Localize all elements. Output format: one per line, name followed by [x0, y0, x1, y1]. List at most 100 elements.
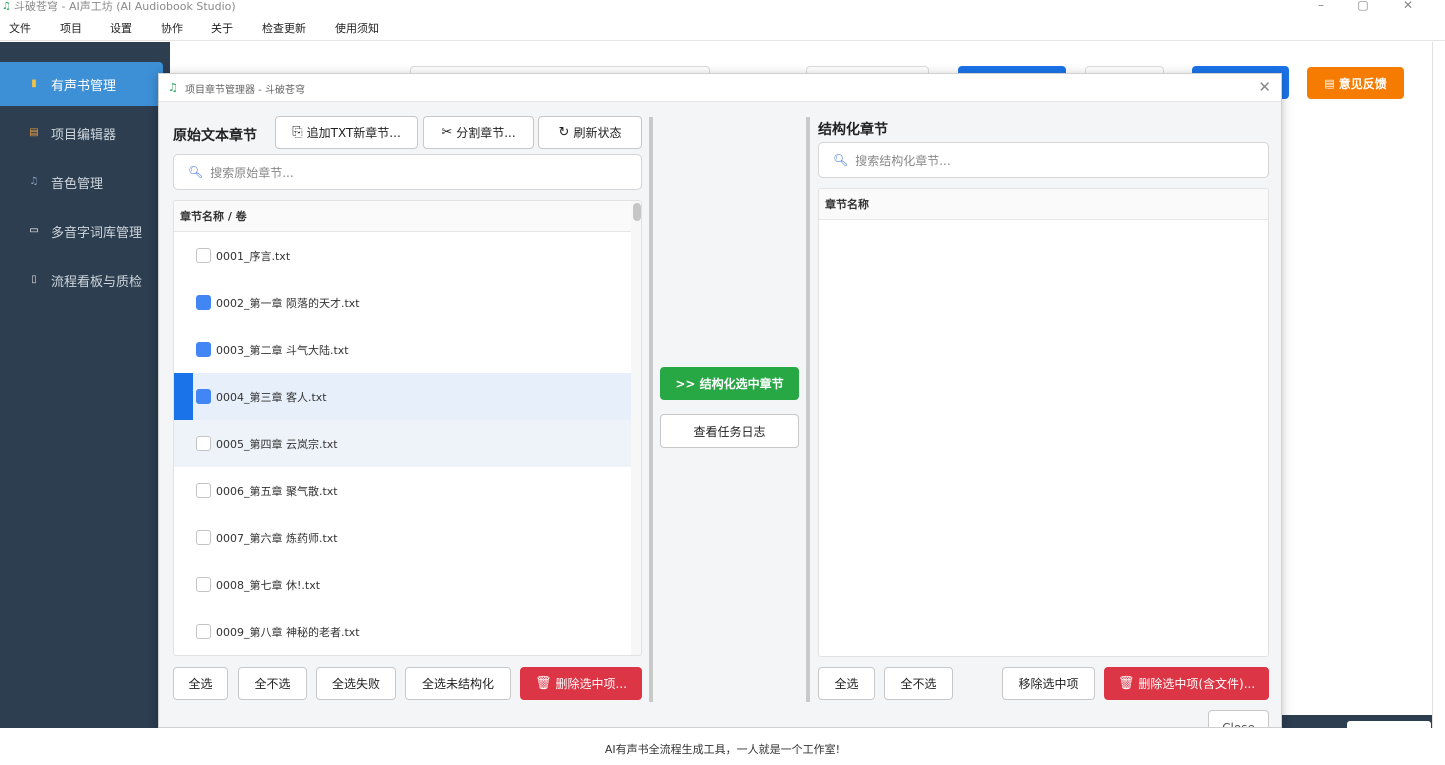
structured-search-input[interactable]: 🔍︎ 搜索结构化章节...: [818, 142, 1269, 178]
dialog-title: 项目章节管理器 - 斗破苍穹: [185, 85, 305, 96]
window-title: 斗破苍穹 - AI声工坊 (AI Audiobook Studio): [14, 0, 236, 13]
sidebar-item-voice[interactable]: ♫ 音色管理: [0, 160, 163, 204]
structured-search-placeholder: 搜索结构化章节...: [855, 153, 951, 168]
open-book-icon: ▭: [29, 225, 39, 236]
right-panel-title: 结构化章节: [818, 122, 888, 138]
menu-collab[interactable]: 协作: [161, 20, 183, 36]
delete-selected-button[interactable]: 🗑︎ 删除选中项...: [520, 667, 642, 700]
window-titlebar: ♫ 斗破苍穹 - AI声工坊 (AI Audiobook Studio) – ▢…: [0, 0, 1445, 15]
menu-project[interactable]: 项目: [60, 20, 82, 36]
list-item[interactable]: 0009_第八章 神秘的老者.txt: [174, 608, 631, 655]
scissors-icon: ✂: [441, 125, 453, 140]
row-checkbox[interactable]: [196, 295, 211, 310]
delete-selected-label: 删除选中项...: [555, 677, 627, 691]
feedback-doc-icon: ▤: [1324, 76, 1335, 90]
list-item[interactable]: 0001_序言.txt: [174, 232, 631, 279]
refresh-status-button[interactable]: ↻ 刷新状态: [538, 116, 642, 149]
delete-selected-with-files-button[interactable]: 🗑︎ 删除选中项(含文件)...: [1104, 667, 1269, 700]
search-icon: 🔍︎: [833, 153, 849, 167]
row-checkbox[interactable]: [196, 436, 211, 451]
row-label: 0005_第四章 云岚宗.txt: [216, 437, 338, 451]
select-all-button[interactable]: 全选: [173, 667, 228, 700]
delete-with-files-label: 删除选中项(含文件)...: [1138, 677, 1256, 691]
document-edit-icon: ▤: [29, 127, 39, 138]
column-header-name: 章节名称: [819, 189, 1268, 220]
structure-selected-button[interactable]: >> 结构化选中章节: [660, 367, 799, 400]
remove-selected-button[interactable]: 移除选中项: [1002, 667, 1095, 700]
row-checkbox[interactable]: [196, 577, 211, 592]
menu-settings[interactable]: 设置: [110, 20, 132, 36]
app-headphones-icon: ♫: [2, 1, 11, 12]
right-select-none-button[interactable]: 全不选: [884, 667, 953, 700]
row-label: 0009_第八章 神秘的老者.txt: [216, 625, 360, 639]
list-item[interactable]: 0003_第二章 斗气大陆.txt: [174, 326, 631, 373]
splitter-left[interactable]: [649, 117, 653, 702]
splitter-right[interactable]: [806, 117, 810, 702]
original-search-input[interactable]: 🔍︎ 搜索原始章节...: [173, 154, 642, 190]
menu-bar: 文件 项目 设置 协作 关于 检查更新 使用须知: [0, 15, 1445, 41]
select-unstructured-button[interactable]: 全选未结构化: [405, 667, 511, 700]
split-label: 分割章节...: [456, 126, 516, 140]
list-item[interactable]: 0005_第四章 云岚宗.txt: [174, 420, 631, 467]
row-label: 0008_第七章 休!.txt: [216, 578, 321, 592]
row-label: 0004_第三章 客人.txt: [216, 390, 327, 404]
row-checkbox[interactable]: [196, 624, 211, 639]
sidebar-item-audiobook[interactable]: ▮ 有声书管理: [0, 62, 163, 106]
footer-tagline: AI有声书全流程生成工具，一人就是一个工作室!: [0, 728, 1445, 765]
view-task-log-button[interactable]: 查看任务日志: [660, 414, 799, 448]
sidebar-item-editor[interactable]: ▤ 项目编辑器: [0, 111, 163, 155]
scroll-thumb[interactable]: [633, 203, 641, 221]
list-item[interactable]: 0007_第六章 炼药师.txt: [174, 514, 631, 561]
clipboard-icon: ▯: [31, 274, 37, 285]
books-icon: ▮: [31, 78, 37, 89]
menu-about[interactable]: 关于: [211, 20, 233, 36]
row-checkbox[interactable]: [196, 248, 211, 263]
selection-indicator: [174, 373, 193, 420]
list-item[interactable]: 0008_第七章 休!.txt: [174, 561, 631, 608]
row-checkbox[interactable]: [196, 342, 211, 357]
split-chapter-button[interactable]: ✂ 分割章节...: [423, 116, 534, 149]
original-chapter-list: 章节名称 / 卷 0001_序言.txt 0002_第一章 陨落的天才.txt …: [173, 200, 642, 656]
search-icon: 🔍︎: [188, 165, 204, 179]
menu-check-update[interactable]: 检查更新: [262, 20, 306, 36]
close-button[interactable]: Close: [1208, 710, 1269, 727]
select-none-button[interactable]: 全不选: [238, 667, 307, 700]
sidebar-item-label: 音色管理: [51, 176, 104, 192]
sidebar-item-label: 项目编辑器: [51, 127, 117, 143]
sidebar-item-label: 多音字词库管理: [51, 225, 143, 241]
row-checkbox[interactable]: [196, 483, 211, 498]
minimize-button[interactable]: –: [1306, 0, 1336, 13]
row-label: 0007_第六章 炼药师.txt: [216, 531, 338, 545]
row-label: 0002_第一章 陨落的天才.txt: [216, 296, 360, 310]
maximize-button[interactable]: ▢: [1348, 0, 1378, 13]
menu-file[interactable]: 文件: [9, 20, 31, 36]
sidebar: ▮ 有声书管理 ▤ 项目编辑器 ♫ 音色管理 ▭ 多音字词库管理 ▯ 流程看板与…: [0, 42, 170, 728]
feedback-button[interactable]: ▤ 意见反馈: [1307, 67, 1404, 99]
refresh-icon: ↻: [558, 125, 570, 140]
sidebar-item-polyphone[interactable]: ▭ 多音字词库管理: [0, 209, 163, 253]
row-label: 0001_序言.txt: [216, 249, 291, 263]
menu-usage-notice[interactable]: 使用须知: [335, 20, 379, 36]
close-window-button[interactable]: ✕: [1393, 0, 1423, 13]
row-label: 0006_第五章 聚气散.txt: [216, 484, 338, 498]
add-txt-chapter-button[interactable]: ⎘ 追加TXT新章节...: [275, 116, 418, 149]
left-panel-title: 原始文本章节: [173, 128, 257, 144]
row-checkbox[interactable]: [196, 389, 211, 404]
row-label: 0003_第二章 斗气大陆.txt: [216, 343, 349, 357]
row-checkbox[interactable]: [196, 530, 211, 545]
music-note-icon: ♫: [29, 176, 39, 187]
dialog-titlebar: ♫ 项目章节管理器 - 斗破苍穹 ✕: [159, 74, 1281, 102]
file-add-icon: ⎘: [292, 125, 303, 140]
list-item[interactable]: 0002_第一章 陨落的天才.txt: [174, 279, 631, 326]
dialog-close-icon[interactable]: ✕: [1258, 78, 1271, 96]
sidebar-item-kanban[interactable]: ▯ 流程看板与质检: [0, 258, 163, 302]
list-item[interactable]: 0006_第五章 聚气散.txt: [174, 467, 631, 514]
select-failed-button[interactable]: 全选失败: [316, 667, 396, 700]
headphones-icon: ♫: [168, 81, 178, 94]
right-select-all-button[interactable]: 全选: [818, 667, 875, 700]
sidebar-item-label: 流程看板与质检: [51, 274, 143, 290]
window-right-edge: [1432, 42, 1445, 728]
column-header-name-volume: 章节名称 / 卷: [174, 201, 641, 232]
list-item-selected[interactable]: 0004_第三章 客人.txt: [174, 373, 631, 420]
list-scrollbar[interactable]: [631, 201, 641, 655]
